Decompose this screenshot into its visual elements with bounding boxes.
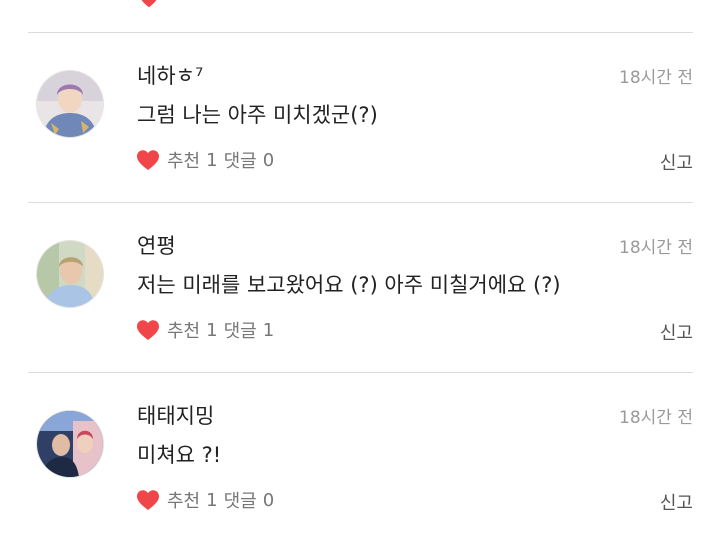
heart-icon[interactable] — [136, 489, 160, 511]
heart-icon[interactable] — [136, 149, 160, 171]
like-count: 1 — [206, 149, 218, 171]
reply-count: 0 — [262, 149, 275, 171]
heart-icon[interactable] — [136, 319, 160, 341]
comment-item: 연평 18시간 전 저는 미래를 보고왔어요 (?) 아주 미칠거에요 (?) … — [0, 203, 720, 373]
comment-actions: 추천 1 댓글 0 — [136, 147, 274, 173]
reply-count: 1 — [262, 319, 275, 341]
comment-author[interactable]: 태태지밍 — [137, 400, 214, 430]
report-button[interactable]: 신고 — [660, 489, 693, 515]
report-button[interactable]: 신고 — [660, 149, 693, 175]
reply-count: 0 — [262, 489, 275, 511]
comment-time: 18시간 전 — [619, 238, 693, 258]
comment-text: 저는 미래를 보고왔어요 (?) 아주 미칠거에요 (?) — [137, 273, 561, 297]
comment-text: 그럼 나는 아주 미치겠군(?) — [137, 103, 378, 127]
user-avatar[interactable] — [37, 71, 103, 137]
comment-author[interactable]: 네하ㅎ⁷ — [137, 60, 203, 90]
user-avatar[interactable] — [37, 411, 103, 477]
report-button[interactable]: 신고 — [660, 319, 693, 345]
reply-label[interactable]: 댓글 — [224, 487, 257, 513]
like-count: 1 — [206, 489, 218, 511]
comment-item: 태태지밍 18시간 전 미쳐요 ?! 추천 1 댓글 0 신고 — [0, 373, 720, 540]
user-avatar[interactable] — [37, 241, 103, 307]
comment-time: 18시간 전 — [619, 408, 693, 428]
like-label[interactable]: 추천 — [167, 317, 200, 343]
comment-actions: 추천 1 댓글 0 — [136, 487, 274, 513]
comment-time: 18시간 전 — [619, 68, 693, 88]
heart-icon[interactable] — [138, 0, 160, 8]
comment-list: 네하ㅎ⁷ 18시간 전 그럼 나는 아주 미치겠군(?) 추천 1 댓글 0 신… — [0, 0, 720, 540]
comment-item: 네하ㅎ⁷ 18시간 전 그럼 나는 아주 미치겠군(?) 추천 1 댓글 0 신… — [0, 33, 720, 203]
like-count: 1 — [206, 319, 218, 341]
comment-text: 미쳐요 ?! — [137, 443, 222, 467]
like-label[interactable]: 추천 — [167, 487, 200, 513]
reply-label[interactable]: 댓글 — [224, 147, 257, 173]
like-label[interactable]: 추천 — [167, 147, 200, 173]
reply-label[interactable]: 댓글 — [224, 317, 257, 343]
comment-actions: 추천 1 댓글 1 — [136, 317, 274, 343]
comment-author[interactable]: 연평 — [137, 230, 176, 260]
